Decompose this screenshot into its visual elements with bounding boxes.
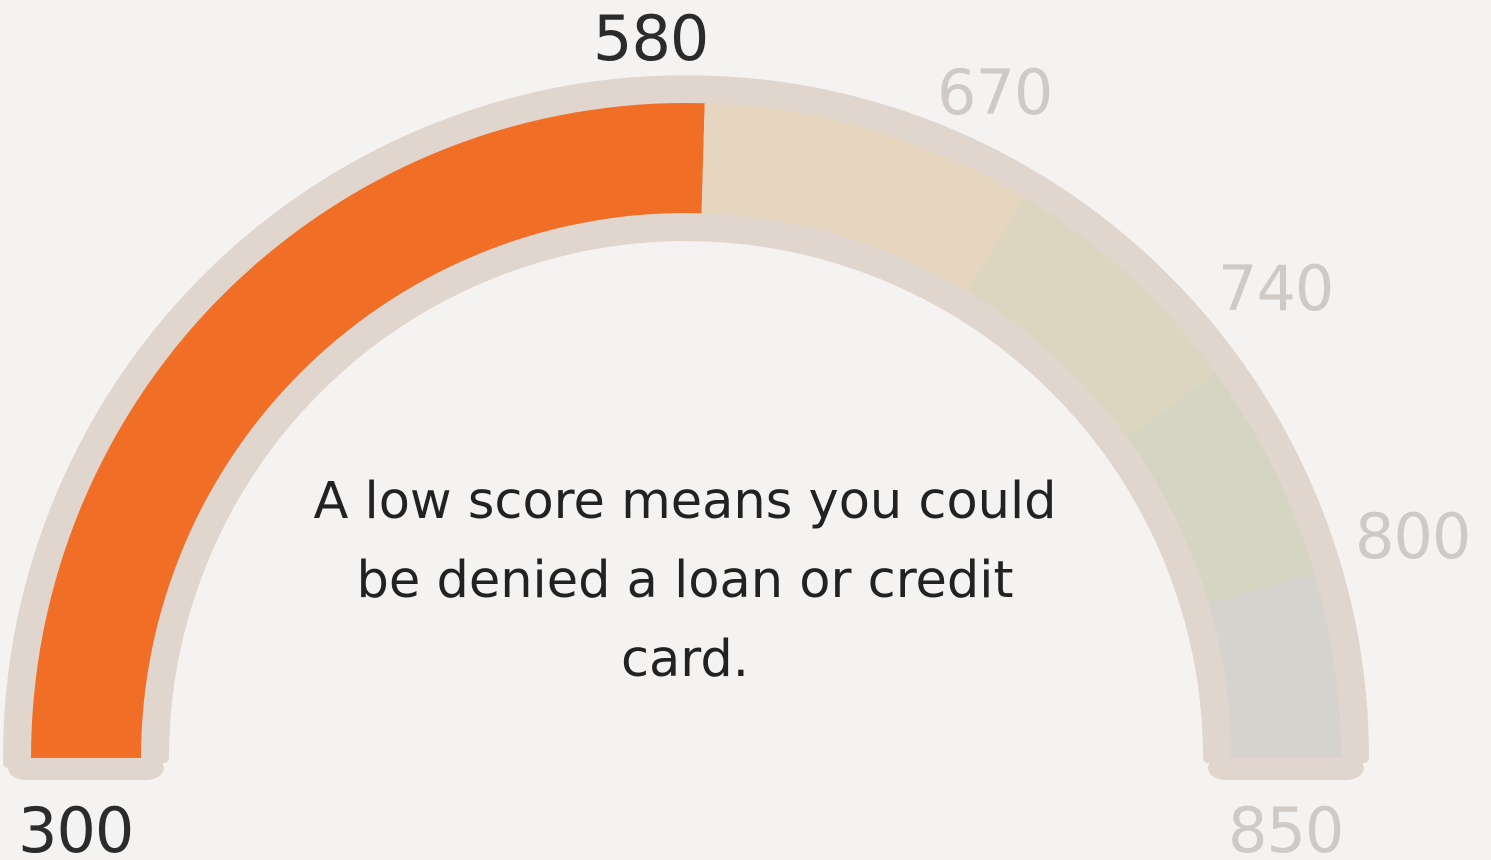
tick-label-300: 300 — [18, 794, 134, 860]
tick-label-580: 580 — [593, 2, 709, 75]
tick-label-740: 740 — [1218, 252, 1334, 325]
credit-score-gauge: 300 580 670 740 800 850 A low score mean… — [0, 0, 1491, 860]
score-message: A low score means you could be denied a … — [313, 472, 1057, 689]
gauge-track-cap-right — [1208, 756, 1364, 780]
gauge-track-cap-left — [8, 756, 164, 780]
tick-label-800: 800 — [1355, 500, 1471, 573]
tick-label-670: 670 — [937, 56, 1053, 129]
tick-label-850: 850 — [1228, 794, 1344, 860]
gauge-graphic — [3, 75, 1369, 780]
